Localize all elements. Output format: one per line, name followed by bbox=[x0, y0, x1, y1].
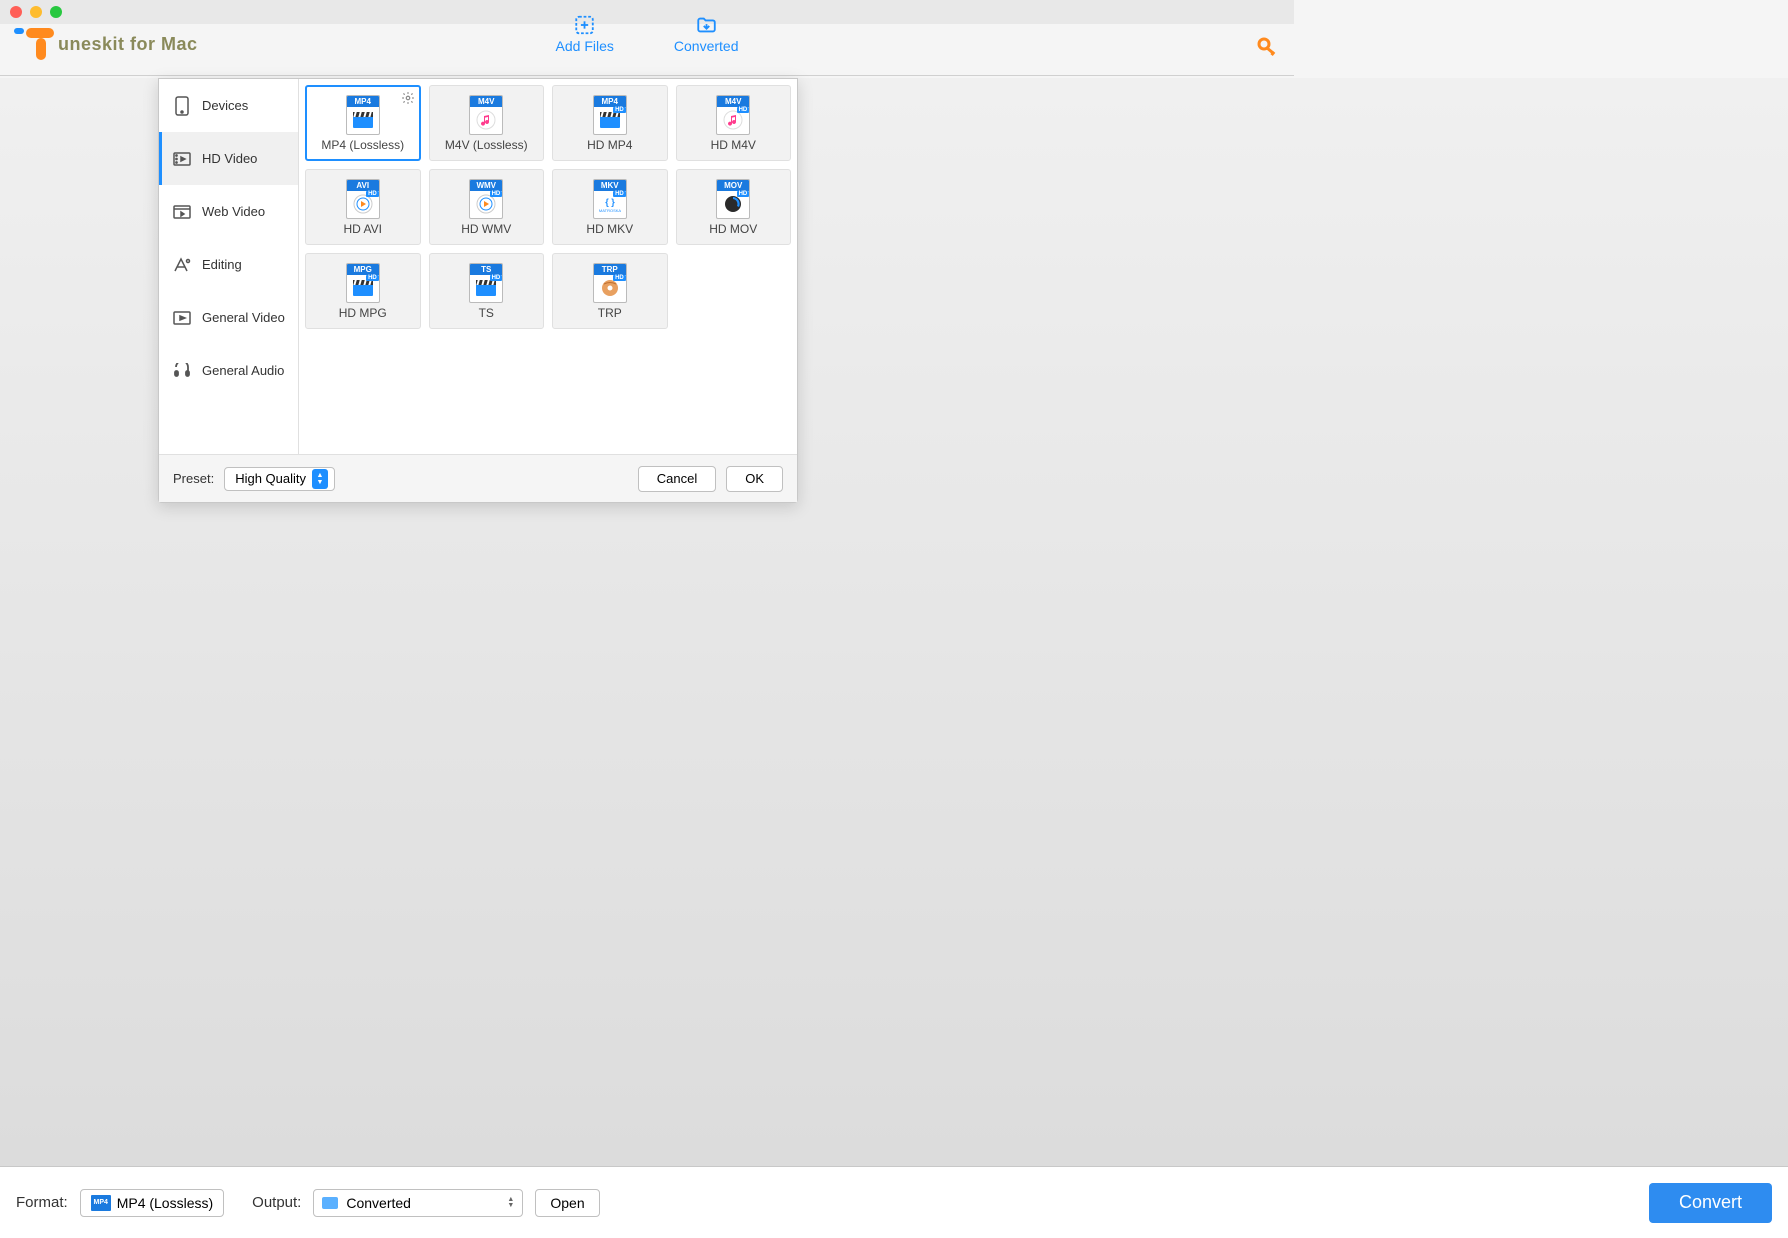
format-label: HD AVI bbox=[344, 222, 382, 236]
format-label: HD WMV bbox=[461, 222, 511, 236]
format-tile-hd-avi[interactable]: AVIHD HD AVI bbox=[305, 169, 421, 245]
sidebar-item-web-video[interactable]: Web Video bbox=[159, 185, 298, 238]
bottom-bar: Format: MP4 MP4 (Lossless) Output: Conve… bbox=[0, 1166, 1788, 1238]
file-thumb-icon: TSHD bbox=[469, 263, 503, 303]
file-thumb-icon: MPGHD bbox=[346, 263, 380, 303]
hd-badge: HD bbox=[613, 191, 626, 197]
format-label: TRP bbox=[598, 306, 622, 320]
key-icon bbox=[1256, 36, 1280, 60]
add-files-icon bbox=[574, 14, 596, 36]
file-thumb-icon: MP4 bbox=[346, 95, 380, 135]
hd-badge: HD bbox=[366, 191, 379, 197]
sidebar-item-label: Devices bbox=[202, 98, 248, 113]
editing-icon bbox=[172, 257, 192, 273]
unlock-key-button[interactable] bbox=[1256, 36, 1280, 65]
dialog-footer: Preset: High Quality ▲▼ Cancel OK bbox=[159, 454, 797, 502]
format-label: MP4 (Lossless) bbox=[321, 138, 404, 152]
hd-badge: HD bbox=[737, 107, 750, 113]
file-thumb-icon: MKVHD{ }MATROSKA bbox=[593, 179, 627, 219]
sidebar-item-label: Editing bbox=[202, 257, 242, 272]
open-button[interactable]: Open bbox=[535, 1189, 599, 1217]
hd-badge: HD bbox=[366, 275, 379, 281]
hd-badge: HD bbox=[490, 275, 503, 281]
format-thumb-icon: MP4 bbox=[91, 1195, 111, 1211]
settings-gear-icon[interactable] bbox=[401, 91, 415, 108]
format-label: HD M4V bbox=[711, 138, 756, 152]
format-label: M4V (Lossless) bbox=[445, 138, 528, 152]
preset-select[interactable]: High Quality ▲▼ bbox=[224, 467, 335, 491]
category-sidebar: Devices HD Video Web Video Editing General V… bbox=[159, 79, 299, 454]
genaudio-icon bbox=[172, 363, 192, 379]
format-tile-trp[interactable]: TRPHD TRP bbox=[552, 253, 668, 329]
header: uneskit for Mac Add Files Converted bbox=[0, 24, 1294, 76]
format-tile-ts[interactable]: TSHD TS bbox=[429, 253, 545, 329]
format-tile-hd-mp4[interactable]: MP4HD HD MP4 bbox=[552, 85, 668, 161]
close-window-button[interactable] bbox=[10, 6, 22, 18]
preset-label: Preset: bbox=[173, 471, 214, 486]
hd-badge: HD bbox=[737, 191, 750, 197]
device-icon bbox=[172, 96, 192, 116]
hd-badge: HD bbox=[613, 107, 626, 113]
file-thumb-icon: M4VHD bbox=[716, 95, 750, 135]
app-logo: uneskit for Mac bbox=[14, 22, 198, 66]
webvideo-icon bbox=[172, 205, 192, 219]
sidebar-item-editing[interactable]: Editing bbox=[159, 238, 298, 291]
format-tile-hd-mpg[interactable]: MPGHD HD MPG bbox=[305, 253, 421, 329]
select-arrows-icon: ▲▼ bbox=[507, 1197, 514, 1209]
format-label: HD MP4 bbox=[587, 138, 632, 152]
maximize-window-button[interactable] bbox=[50, 6, 62, 18]
genvideo-icon bbox=[172, 311, 192, 325]
folder-icon bbox=[322, 1197, 338, 1209]
hd-badge: HD bbox=[613, 275, 626, 281]
format-label: HD MPG bbox=[339, 306, 387, 320]
sidebar-item-general-video[interactable]: General Video bbox=[159, 291, 298, 344]
add-files-button[interactable]: Add Files bbox=[556, 14, 614, 54]
format-tile-hd-wmv[interactable]: WMVHD HD WMV bbox=[429, 169, 545, 245]
sidebar-item-devices[interactable]: Devices bbox=[159, 79, 298, 132]
format-grid: MP4MP4 (Lossless)M4VM4V (Lossless)MP4HDH… bbox=[299, 79, 797, 454]
sidebar-item-label: General Video bbox=[202, 310, 285, 325]
cancel-button[interactable]: Cancel bbox=[638, 466, 716, 492]
output-label: Output: bbox=[252, 1194, 301, 1211]
sidebar-item-label: General Audio bbox=[202, 363, 284, 378]
sidebar-item-label: HD Video bbox=[202, 151, 257, 166]
file-thumb-icon: M4V bbox=[469, 95, 503, 135]
ok-button[interactable]: OK bbox=[726, 466, 783, 492]
format-select[interactable]: MP4 MP4 (Lossless) bbox=[80, 1189, 224, 1217]
logo-mark-icon bbox=[14, 22, 58, 66]
format-tile-hd-m4v[interactable]: M4VHD HD M4V bbox=[676, 85, 792, 161]
file-thumb-icon: AVIHD bbox=[346, 179, 380, 219]
format-label: Format: bbox=[16, 1194, 68, 1211]
hdvideo-icon bbox=[172, 152, 192, 166]
format-label: HD MOV bbox=[709, 222, 757, 236]
sidebar-item-label: Web Video bbox=[202, 204, 265, 219]
hd-badge: HD bbox=[490, 191, 503, 197]
sidebar-item-general-audio[interactable]: General Audio bbox=[159, 344, 298, 397]
file-thumb-icon: TRPHD bbox=[593, 263, 627, 303]
sidebar-item-hd-video[interactable]: HD Video bbox=[159, 132, 298, 185]
format-label: TS bbox=[479, 306, 494, 320]
content-area: Devices HD Video Web Video Editing General V… bbox=[0, 78, 1788, 1166]
minimize-window-button[interactable] bbox=[30, 6, 42, 18]
app-name: uneskit for Mac bbox=[58, 34, 198, 55]
format-label: HD MKV bbox=[586, 222, 633, 236]
format-tile-mp4-lossless-[interactable]: MP4 MP4 (Lossless) bbox=[305, 85, 421, 161]
format-tile-m4v-lossless-[interactable]: M4V M4V (Lossless) bbox=[429, 85, 545, 161]
file-thumb-icon: MP4HD bbox=[593, 95, 627, 135]
convert-button[interactable]: Convert bbox=[1649, 1183, 1772, 1223]
format-dialog: Devices HD Video Web Video Editing General V… bbox=[158, 78, 798, 503]
format-tile-hd-mkv[interactable]: MKVHD{ }MATROSKA HD MKV bbox=[552, 169, 668, 245]
svg-text:{ }: { } bbox=[605, 197, 615, 207]
output-select[interactable]: Converted ▲▼ bbox=[313, 1189, 523, 1217]
folder-icon bbox=[695, 14, 717, 36]
file-thumb-icon: MOVHD bbox=[716, 179, 750, 219]
svg-text:MATROSKA: MATROSKA bbox=[599, 208, 621, 213]
format-tile-hd-mov[interactable]: MOVHD HD MOV bbox=[676, 169, 792, 245]
file-thumb-icon: WMVHD bbox=[469, 179, 503, 219]
select-arrows-icon: ▲▼ bbox=[312, 469, 328, 489]
converted-button[interactable]: Converted bbox=[674, 14, 739, 54]
